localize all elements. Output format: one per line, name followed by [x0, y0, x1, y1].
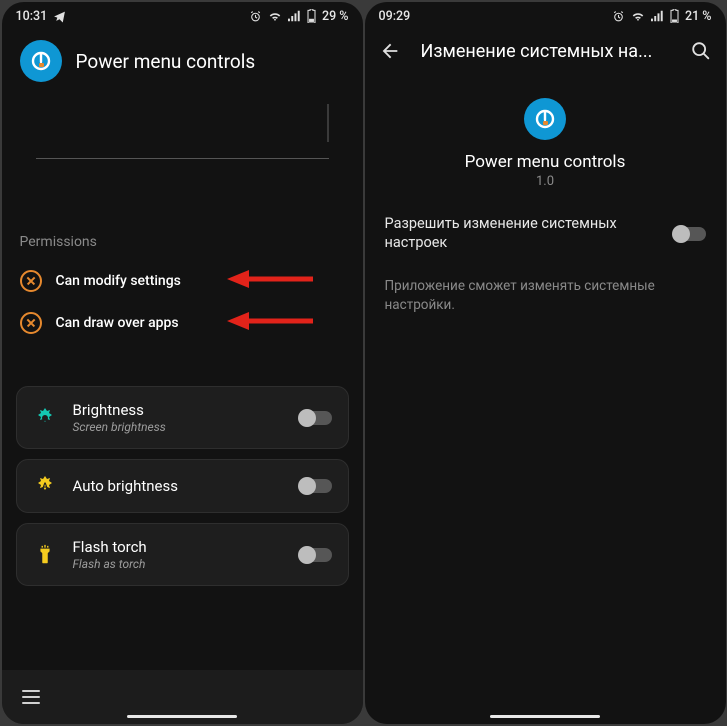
alarm-icon: [612, 10, 625, 23]
divider-area: [2, 94, 363, 194]
toggle[interactable]: [300, 548, 332, 562]
signal-icon: [651, 10, 664, 22]
permission-modify-settings[interactable]: Can modify settings: [2, 260, 363, 302]
brightness-icon: [33, 406, 57, 430]
status-time: 10:31: [16, 9, 48, 24]
wifi-icon: [631, 10, 645, 22]
screen-system-settings: 09:29 21 % Изменение системных на... Pow…: [365, 2, 726, 724]
setting-allow-modify[interactable]: Разрешить изменение системных настроек: [365, 189, 726, 263]
signal-icon: [288, 10, 301, 22]
search-icon[interactable]: [690, 40, 712, 62]
annotation-arrow: [227, 269, 313, 293]
control-brightness[interactable]: Brightness Screen brightness: [16, 386, 349, 449]
control-title: Flash torch: [73, 538, 284, 556]
control-title: Brightness: [73, 401, 284, 419]
screen-app: 10:31 29 % Power menu controls Permissio…: [2, 2, 363, 724]
status-bar: 09:29 21 %: [365, 2, 726, 26]
toggle[interactable]: [300, 411, 332, 425]
app-header: Power menu controls: [2, 26, 363, 94]
app-icon: [524, 98, 566, 140]
control-auto-brightness[interactable]: A Auto brightness: [16, 459, 349, 513]
status-battery: 21 %: [685, 9, 712, 24]
control-flash-torch[interactable]: Flash torch Flash as torch: [16, 523, 349, 586]
app-title: Power menu controls: [76, 50, 256, 73]
annotation-arrow: [227, 311, 313, 335]
permissions-heading: Permissions: [2, 194, 363, 260]
status-battery: 29 %: [322, 9, 349, 24]
denied-icon: [20, 270, 42, 292]
control-subtitle: Flash as torch: [73, 557, 284, 571]
home-indicator[interactable]: [127, 715, 237, 718]
controls-list: Brightness Screen brightness A Auto brig…: [2, 344, 363, 586]
svg-text:A: A: [41, 482, 48, 492]
telegram-icon: [53, 10, 66, 23]
denied-icon: [20, 312, 42, 334]
app-name: Power menu controls: [465, 152, 626, 172]
torch-icon: [33, 543, 57, 567]
setting-description: Приложение сможет изменять системные нас…: [365, 263, 726, 329]
page-title: Изменение системных на...: [421, 41, 670, 62]
app-icon: [20, 40, 62, 82]
control-title: Auto brightness: [73, 477, 284, 495]
menu-button[interactable]: [22, 690, 40, 704]
app-info: Power menu controls 1.0: [365, 70, 726, 189]
setting-label: Разрешить изменение системных настроек: [385, 215, 660, 253]
home-indicator[interactable]: [490, 715, 600, 718]
alarm-icon: [249, 10, 262, 23]
battery-icon: [307, 9, 316, 23]
page-header: Изменение системных на...: [365, 26, 726, 70]
toggle[interactable]: [674, 227, 706, 241]
toggle[interactable]: [300, 479, 332, 493]
back-icon[interactable]: [379, 40, 401, 62]
auto-brightness-icon: A: [33, 474, 57, 498]
status-bar: 10:31 29 %: [2, 2, 363, 26]
wifi-icon: [268, 10, 282, 22]
permission-draw-over-apps[interactable]: Can draw over apps: [2, 302, 363, 344]
status-time: 09:29: [379, 9, 411, 24]
permission-label: Can modify settings: [56, 273, 181, 289]
control-subtitle: Screen brightness: [73, 420, 284, 434]
permission-label: Can draw over apps: [56, 315, 179, 331]
battery-icon: [670, 9, 679, 23]
app-version: 1.0: [536, 174, 554, 189]
